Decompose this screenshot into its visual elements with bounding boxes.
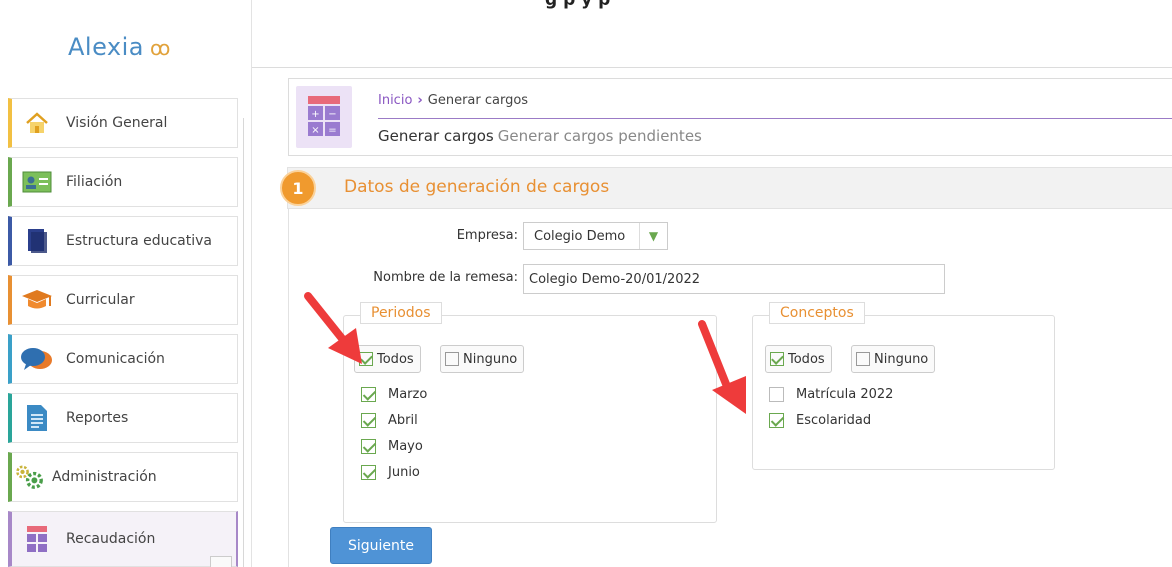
checkbox-empty-icon: [856, 352, 870, 366]
svg-text:=: =: [328, 125, 336, 136]
concepto-option-escolaridad[interactable]: Escolaridad: [769, 413, 871, 428]
empresa-label: Empresa:: [456, 228, 518, 243]
sidebar-item-administracion[interactable]: Administración: [8, 452, 238, 502]
periodos-legend: Periodos: [360, 302, 442, 324]
checkbox-empty-icon: [445, 352, 459, 366]
svg-text:×: ×: [311, 125, 319, 136]
breadcrumb-separator: ›: [417, 93, 423, 108]
button-label: Todos: [377, 351, 414, 367]
checkbox-checked-icon: [770, 352, 784, 366]
logo-text: Alexia: [68, 33, 145, 61]
step-title: Datos de generación de cargos: [344, 177, 610, 197]
sidebar-item-label: Administración: [52, 469, 157, 485]
sidebar-item-label: Filiación: [66, 174, 123, 190]
option-label: Escolaridad: [796, 413, 872, 428]
gears-icon: [14, 462, 48, 492]
sidebar-scrollbar[interactable]: [243, 118, 247, 567]
option-label: Junio: [388, 465, 420, 480]
checkbox-mayo[interactable]: [361, 439, 376, 454]
sidebar-item-vision-general[interactable]: Visión General: [8, 98, 238, 148]
sidebar-item-label: Recaudación: [66, 531, 156, 547]
conceptos-legend: Conceptos: [769, 302, 865, 324]
sidebar-item-comunicacion[interactable]: Comunicación: [8, 334, 238, 384]
button-label: Ninguno: [463, 351, 518, 367]
conceptos-select-all-button[interactable]: Todos: [765, 345, 832, 373]
empresa-selected-value: Colegio Demo: [534, 228, 626, 244]
option-label: Matrícula 2022: [796, 387, 894, 402]
checkbox-abril[interactable]: [361, 413, 376, 428]
breadcrumb-current: Generar cargos: [427, 93, 529, 108]
sidebar-item-label: Estructura educativa: [66, 233, 212, 249]
sidebar-item-estructura-educativa[interactable]: Estructura educativa: [8, 216, 238, 266]
graduation-cap-icon: [20, 285, 54, 315]
sidebar-item-label: Visión General: [66, 115, 168, 131]
empresa-select[interactable]: Colegio Demo ▼: [523, 222, 668, 250]
annotation-arrow-icon: [304, 292, 362, 364]
remesa-name-input[interactable]: [523, 264, 945, 294]
sidebar-item-recaudacion[interactable]: Recaudación: [8, 511, 238, 567]
page-subtitle: Generar cargos pendientes: [497, 127, 702, 145]
button-label: Ninguno: [874, 351, 929, 367]
breadcrumb-home-link[interactable]: Inicio: [378, 93, 412, 108]
checkbox-marzo[interactable]: [361, 387, 376, 402]
option-label: Abril: [388, 413, 418, 428]
page-title-text: Generar cargos: [378, 127, 494, 145]
sidebar-item-reportes[interactable]: Reportes: [8, 393, 238, 443]
id-card-icon: [20, 167, 54, 197]
app-logo[interactable]: Alexia ꝏ: [68, 33, 171, 61]
checkbox-junio[interactable]: [361, 465, 376, 480]
periodo-option-junio[interactable]: Junio: [361, 465, 420, 480]
calculator-icon: + − × =: [296, 86, 352, 148]
sidebar-item-label: Reportes: [66, 410, 129, 426]
chat-bubbles-icon: [20, 344, 54, 374]
header-divider: [378, 118, 1172, 119]
cropped-caption-right: g p y p: [545, 0, 611, 10]
topbar-divider: [252, 67, 1172, 68]
calculator-icon: [20, 524, 54, 554]
page-header: + − × = Inicio › Generar cargos Generar ca…: [288, 78, 1172, 156]
page-title: Generar cargos Generar cargos pendientes: [378, 127, 702, 145]
svg-text:−: −: [328, 109, 336, 120]
sidebar-item-label: Curricular: [66, 292, 135, 308]
breadcrumb: Inicio › Generar cargos: [378, 93, 528, 108]
step-number-badge: 1: [280, 170, 316, 206]
periodo-option-mayo[interactable]: Mayo: [361, 439, 423, 454]
checkbox-escolaridad[interactable]: [769, 413, 784, 428]
concepto-option-matricula[interactable]: Matrícula 2022: [769, 387, 893, 402]
periodos-select-none-button[interactable]: Ninguno: [440, 345, 525, 373]
option-label: Mayo: [388, 439, 423, 454]
sidebar-scroll-button[interactable]: [210, 556, 232, 567]
sidebar-item-label: Comunicación: [66, 351, 165, 367]
button-label: Todos: [788, 351, 825, 367]
logo-mark-icon: ꝏ: [150, 36, 171, 60]
option-label: Marzo: [388, 387, 428, 402]
next-button[interactable]: Siguiente: [330, 527, 432, 564]
periodo-option-abril[interactable]: Abril: [361, 413, 418, 428]
periodo-option-marzo[interactable]: Marzo: [361, 387, 427, 402]
sidebar: Alexia ꝏ Visión General Filiación Estruct…: [0, 0, 252, 567]
svg-text:+: +: [311, 109, 319, 120]
document-icon: [20, 403, 54, 433]
conceptos-select-none-button[interactable]: Ninguno: [851, 345, 936, 373]
chevron-down-icon: ▼: [639, 223, 667, 249]
sidebar-item-filiacion[interactable]: Filiación: [8, 157, 238, 207]
house-icon: [20, 108, 54, 138]
sidebar-item-curricular[interactable]: Curricular: [8, 275, 238, 325]
checkbox-matricula[interactable]: [769, 387, 784, 402]
annotation-arrow-icon: [698, 320, 746, 414]
remesa-label: Nombre de la remesa:: [373, 270, 518, 285]
book-icon: [20, 226, 54, 256]
